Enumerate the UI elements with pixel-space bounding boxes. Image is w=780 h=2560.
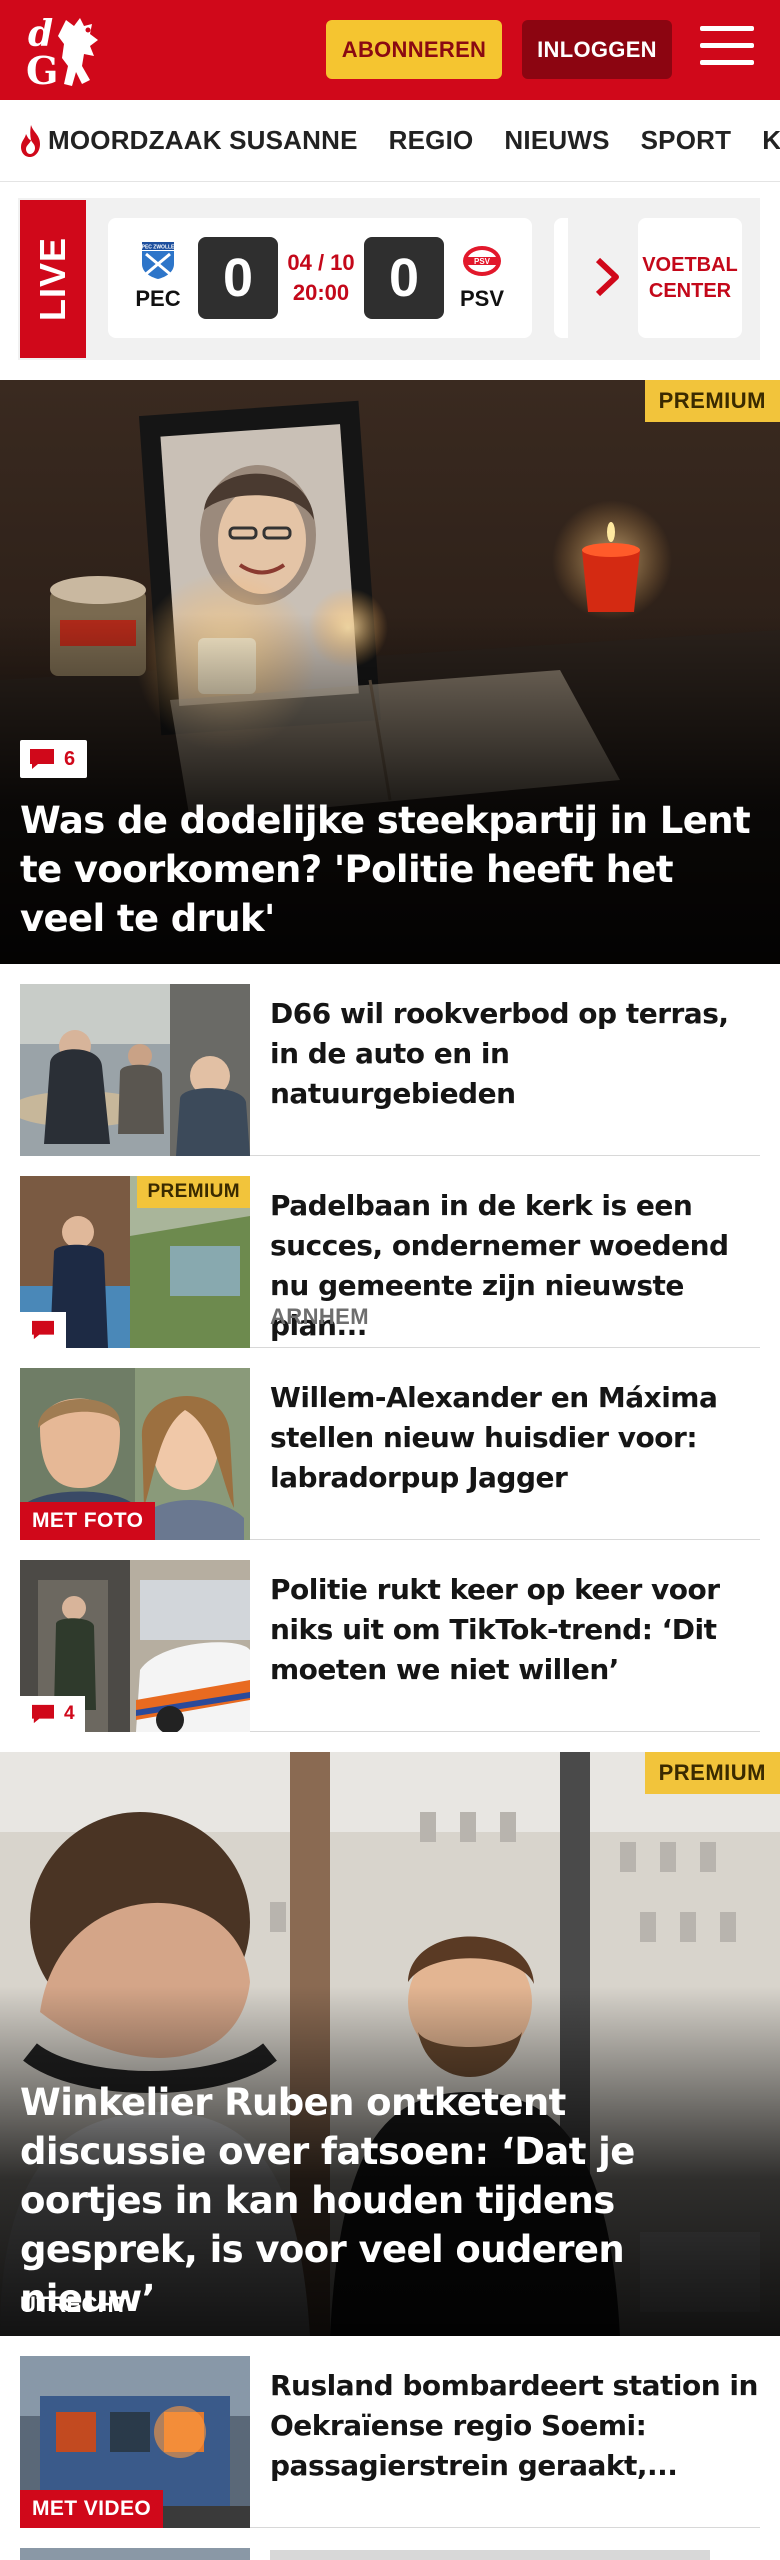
comment-badge[interactable]	[20, 1312, 66, 1348]
next-article-headline-peek	[270, 2550, 710, 2560]
away-team: PSV PSV	[442, 240, 522, 312]
list-item[interactable]: D66 wil rookverbod op terras, in de auto…	[20, 984, 760, 1156]
chevron-right-icon[interactable]	[592, 256, 622, 298]
article-region[interactable]: UTRECHT	[20, 2292, 128, 2318]
home-score: 0	[198, 237, 278, 319]
comment-icon	[32, 1320, 54, 1340]
comment-badge[interactable]: 4	[20, 1696, 85, 1732]
list-item[interactable]: MET FOTO Willem-Alexander en Máxima stel…	[20, 1368, 760, 1540]
dg-logo[interactable]: d G	[22, 10, 122, 92]
premium-badge: PREMIUM	[644, 380, 780, 422]
comment-icon	[30, 749, 54, 769]
section-nav: MOORDZAAK SUSANNE REGIO NIEUWS SPORT KIJ…	[0, 100, 780, 182]
hero-article[interactable]: PREMIUM 6 Was de dodelijke steekpartij i…	[0, 380, 780, 964]
article-thumbnail	[20, 984, 250, 1156]
article-headline[interactable]: Willem-Alexander en Máxima stellen nieuw…	[270, 1378, 760, 1498]
nav-item-kijk[interactable]: KIJK	[762, 125, 780, 156]
list-item[interactable]: MET VIDEO Rusland bombardeert station in…	[20, 2356, 760, 2528]
hero-headline[interactable]: Was de dodelijke steekpartij in Lent te …	[20, 796, 758, 943]
nav-item-nieuws[interactable]: NIEUWS	[504, 125, 609, 156]
comment-count: 4	[64, 1703, 75, 1724]
psv-crest-icon: PSV	[463, 246, 501, 276]
top-bar: d G ABONNEREN INLOGGEN	[0, 0, 780, 100]
premium-badge: PREMIUM	[644, 1752, 780, 1794]
away-team-name: PSV	[459, 286, 505, 311]
article-thumbnail: 4	[20, 1560, 250, 1732]
nav-item-moordzaak-susanne[interactable]: MOORDZAAK SUSANNE	[16, 123, 358, 159]
hero-headline[interactable]: Winkelier Ruben ontketent discussie over…	[20, 2078, 758, 2323]
nav-item-label: MOORDZAAK SUSANNE	[48, 125, 358, 155]
match-datetime: 04 / 10 20:00	[280, 248, 362, 308]
menu-icon[interactable]	[700, 26, 754, 72]
match-date: 04 / 10	[287, 250, 355, 275]
home-team: PEC ZWOLLE PEC	[118, 240, 198, 312]
media-tag: MET VIDEO	[20, 2490, 164, 2528]
article-headline[interactable]: D66 wil rookverbod op terras, in de auto…	[270, 994, 760, 1114]
svg-text:G: G	[26, 48, 58, 92]
svg-text:PEC ZWOLLE: PEC ZWOLLE	[142, 245, 175, 251]
article-thumbnail: MET VIDEO	[20, 2356, 250, 2528]
nav-item-sport[interactable]: SPORT	[641, 125, 732, 156]
hero-article-2[interactable]: PREMIUM Winkelier Ruben ontketent discus…	[0, 1752, 780, 2336]
next-article-thumbnail-peek	[20, 2548, 250, 2560]
thumb-image-terrace	[20, 984, 250, 1156]
comment-count-badge[interactable]: 6	[20, 740, 88, 778]
media-tag: MET FOTO	[20, 1502, 156, 1540]
article-headline[interactable]: Rusland bombardeert station in Oekraïens…	[270, 2366, 760, 2486]
next-match-card[interactable]	[554, 218, 568, 338]
subscribe-button[interactable]: ABONNEREN	[326, 20, 502, 79]
flame-icon	[21, 124, 40, 157]
away-score: 0	[364, 237, 444, 319]
nav-item-regio[interactable]: REGIO	[389, 125, 474, 156]
article-region[interactable]: ARNHEM	[270, 1304, 369, 1330]
match-time: 20:00	[292, 280, 350, 305]
list-item[interactable]: PREMIUM Padelbaan in de kerk is een succ…	[20, 1176, 760, 1348]
pec-zwolle-crest-icon: PEC ZWOLLE	[142, 242, 175, 279]
article-thumbnail: PREMIUM	[20, 1176, 250, 1348]
list-item[interactable]: 4 Politie rukt keer op keer voor niks ui…	[20, 1560, 760, 1732]
match-card[interactable]: PEC ZWOLLE PEC 0 04 / 10 20:00 0 PSV PSV	[108, 218, 532, 338]
article-thumbnail: MET FOTO	[20, 1368, 250, 1540]
login-button[interactable]: INLOGGEN	[522, 20, 672, 79]
article-headline[interactable]: Politie rukt keer op keer voor niks uit …	[270, 1570, 760, 1690]
premium-badge: PREMIUM	[137, 1176, 250, 1208]
live-scores-bar: LIVE PEC ZWOLLE PEC 0 04 / 10 20:00 0 PS…	[18, 198, 760, 360]
voetbal-center-button[interactable]: VOETBAL CENTER	[638, 218, 742, 338]
svg-text:PSV: PSV	[474, 257, 491, 266]
live-label: LIVE	[20, 200, 86, 358]
comment-icon	[32, 1704, 54, 1724]
home-team-name: PEC	[135, 286, 181, 311]
comment-count: 6	[64, 747, 76, 770]
